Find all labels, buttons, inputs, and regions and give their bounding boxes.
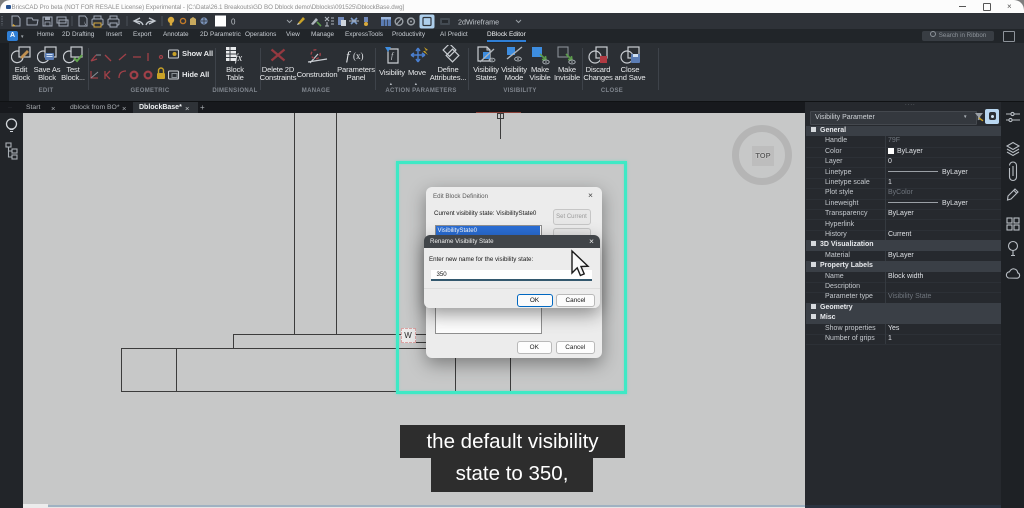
svg-text:0: 0 [231, 18, 236, 27]
svg-text:2dWireframe: 2dWireframe [458, 18, 499, 27]
svg-text:f: f [346, 48, 352, 63]
svg-text:(x): (x) [353, 51, 364, 61]
svg-text:fx: fx [235, 53, 243, 64]
svg-text:f: f [391, 51, 395, 60]
